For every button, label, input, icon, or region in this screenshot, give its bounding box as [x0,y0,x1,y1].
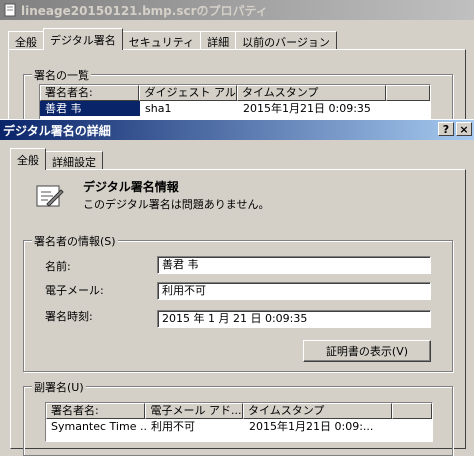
table-row[interactable]: 善君 韦 sha1 2015年1月21日 0:09:35 [40,101,430,116]
dialog-tabs: 全般 詳細設定 [10,148,103,170]
col-digest-algorithm[interactable]: ダイジェスト アル... [139,85,237,101]
view-certificate-button[interactable]: 証明書の表示(V) [303,340,431,362]
tab-security[interactable]: セキュリティ [121,31,202,50]
countersign-list-header: 署名者名: 電子メール アド... タイムスタンプ [46,403,432,419]
properties-tabs: 全般 デジタル署名 セキュリティ 詳細 以前のバージョン [8,28,337,50]
signature-list[interactable]: 署名者名: ダイジェスト アル... タイムスタンプ 善君 韦 sha1 201… [39,84,431,124]
row-timestamp: 2015年1月21日 0:09:... [249,420,374,433]
row-signer: 善君 韦 [40,101,140,116]
tab-advanced[interactable]: 詳細設定 [45,151,103,170]
tab-digital-signatures[interactable]: デジタル署名 [43,28,123,50]
dialog-title: デジタル署名の詳細 [3,123,111,138]
name-label: 名前: [45,260,71,273]
signing-time-field[interactable]: 2015 年 1 月 21 日 0:09:35 [157,310,431,328]
signature-list-legend: 署名の一覧 [32,67,91,83]
col-filler [386,85,430,101]
signature-status-text: このデジタル署名は問題ありません。 [83,198,270,211]
countersign-list[interactable]: 署名者名: 電子メール アド... タイムスタンプ Symantec Time … [45,402,433,442]
signer-info-legend: 署名者の情報(S) [32,233,118,249]
close-button[interactable]: × [456,122,472,136]
signature-info-heading: デジタル署名情報 [83,180,179,194]
email-field[interactable]: 利用不可 [157,282,431,300]
row-signer: Symantec Time ... [51,420,146,433]
signature-list-header: 署名者名: ダイジェスト アル... タイムスタンプ [40,85,430,101]
signing-time-label: 署名時刻: [45,310,93,323]
row-timestamp: 2015年1月21日 0:09:35 [243,102,371,115]
certificate-icon [36,185,64,207]
col-signer-name[interactable]: 署名者名: [46,403,146,419]
col-timestamp[interactable]: タイムスタンプ [242,403,393,419]
tab-details[interactable]: 詳細 [200,31,237,50]
name-field[interactable]: 善君 韦 [157,256,431,274]
col-timestamp[interactable]: タイムスタンプ [236,85,387,101]
col-email-address[interactable]: 電子メール アド... [145,403,243,419]
tab-general[interactable]: 全般 [10,148,46,170]
countersign-legend: 副署名(U) [32,379,86,395]
help-button[interactable]: ? [438,122,454,136]
row-digest: sha1 [145,102,172,115]
tab-general[interactable]: 全般 [8,31,44,50]
tab-previous-versions[interactable]: 以前のバージョン [235,31,337,50]
col-filler [392,403,432,419]
dialog-panel: デジタル署名情報 このデジタル署名は問題ありません。 署名者の情報(S) 名前:… [10,169,466,456]
properties-titlebar[interactable]: lineage20150121.bmp.scrのプロパティ [0,0,474,20]
row-email: 利用不可 [151,420,195,433]
signature-details-dialog: デジタル署名の詳細 ? × 全般 詳細設定 デジタル署名情報 このデジタル署名は… [0,119,474,456]
dialog-titlebar[interactable]: デジタル署名の詳細 ? × [0,120,474,140]
file-icon [4,3,16,17]
col-signer-name[interactable]: 署名者名: [40,85,140,101]
email-label: 電子メール: [45,284,104,297]
table-row[interactable]: Symantec Time ... 利用不可 2015年1月21日 0:09:.… [46,419,432,434]
properties-title: lineage20150121.bmp.scrのプロパティ [21,3,268,18]
